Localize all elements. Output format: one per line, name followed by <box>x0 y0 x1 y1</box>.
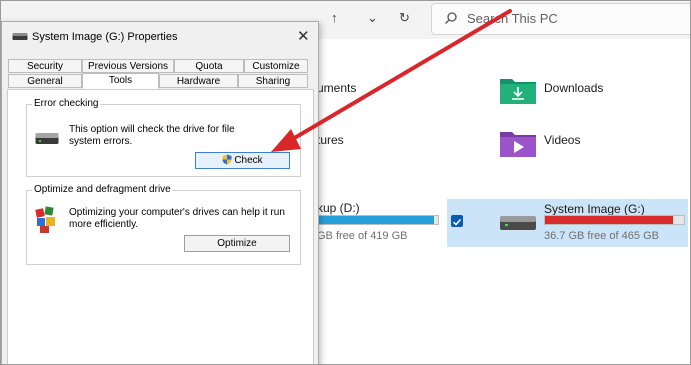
annotation-arrow <box>271 9 512 152</box>
screenshot-frame: ↑ ⌄ ↻ Search This PC uments Downloads tu… <box>0 0 691 365</box>
